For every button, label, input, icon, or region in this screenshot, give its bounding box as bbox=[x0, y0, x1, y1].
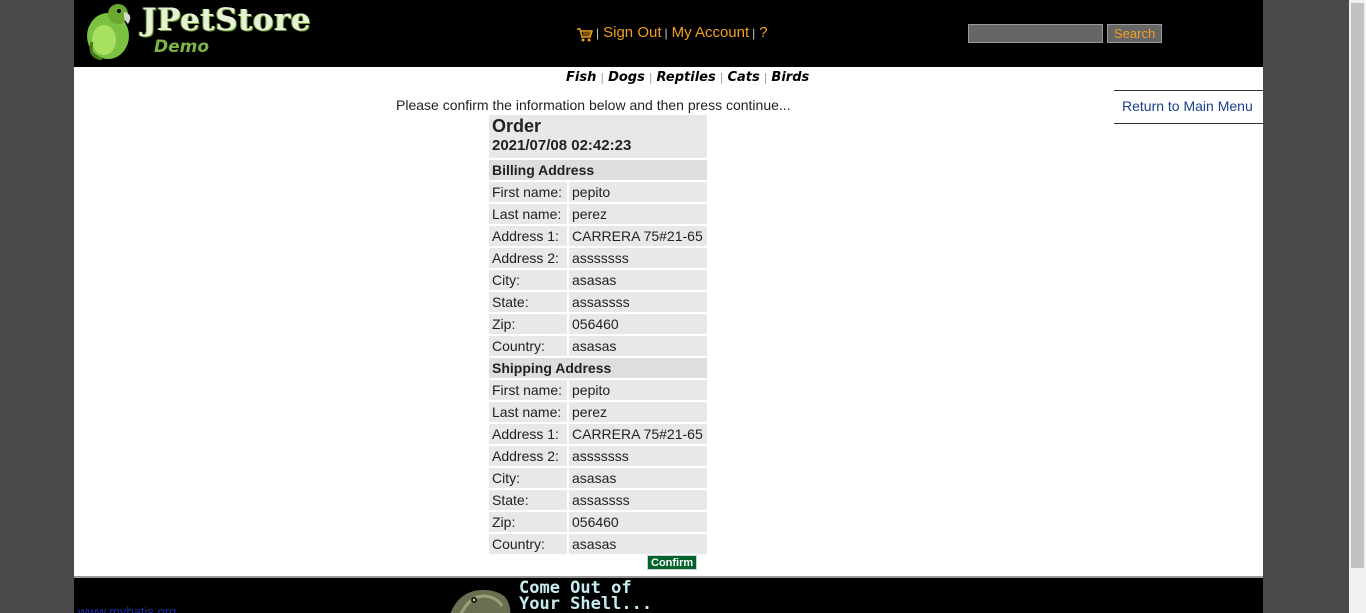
table-row: Zip: 056460 bbox=[489, 314, 707, 334]
my-account-link[interactable]: My Account bbox=[672, 24, 750, 41]
confirm-button[interactable]: Confirm bbox=[647, 555, 698, 570]
table-row: Order 2021/07/08 02:42:23 bbox=[489, 115, 707, 158]
menu-separator: | bbox=[664, 26, 668, 40]
logo[interactable]: JPetStore Demo bbox=[84, 2, 311, 62]
order-table: Order 2021/07/08 02:42:23 Billing Addres… bbox=[487, 113, 709, 556]
banner-line-2: Your Shell... bbox=[519, 594, 653, 613]
field-label: City: bbox=[489, 468, 567, 488]
scrollbar-thumb[interactable] bbox=[1351, 3, 1364, 568]
vertical-scrollbar[interactable] bbox=[1349, 0, 1366, 613]
field-label: Address 1: bbox=[489, 226, 567, 246]
banner-text: Come Out of Your Shell... bbox=[519, 580, 653, 613]
shipping-last-name: perez bbox=[569, 402, 707, 422]
shipping-city: asasas bbox=[569, 468, 707, 488]
billing-last-name: perez bbox=[569, 204, 707, 224]
billing-city: asasas bbox=[569, 270, 707, 290]
shopping-cart-icon[interactable] bbox=[577, 28, 593, 42]
parrot-logo-icon bbox=[87, 4, 131, 60]
search-button[interactable]: Search bbox=[1107, 24, 1163, 43]
header-menu: | Sign Out | My Account | ? bbox=[577, 24, 768, 44]
table-row: Address 1: CARRERA 75#21-65 bbox=[489, 424, 707, 444]
shipping-state: assassss bbox=[569, 490, 707, 510]
table-row: Address 1: CARRERA 75#21-65 bbox=[489, 226, 707, 246]
table-row: Country: asasas bbox=[489, 534, 707, 554]
table-row: Address 2: asssssss bbox=[489, 248, 707, 268]
billing-state: assassss bbox=[569, 292, 707, 312]
table-row: Last name: perez bbox=[489, 402, 707, 422]
billing-address1: CARRERA 75#21-65 bbox=[569, 226, 707, 246]
shipping-first-name: pepito bbox=[569, 380, 707, 400]
table-row: City: asasas bbox=[489, 270, 707, 290]
field-label: Zip: bbox=[489, 314, 567, 334]
field-label: Country: bbox=[489, 534, 567, 554]
quicklink-separator: | bbox=[600, 71, 605, 84]
quicklink-dogs[interactable]: Dogs bbox=[608, 70, 645, 85]
return-to-main-menu-link[interactable]: Return to Main Menu bbox=[1122, 98, 1253, 114]
field-label: Last name: bbox=[489, 402, 567, 422]
instructions-text: Please confirm the information below and… bbox=[396, 97, 791, 113]
table-row: Country: asasas bbox=[489, 336, 707, 356]
quicklink-birds[interactable]: Birds bbox=[771, 70, 809, 85]
footer: www.mybatis.org Come Out of Your Shell..… bbox=[74, 576, 1263, 613]
billing-zip: 056460 bbox=[569, 314, 707, 334]
billing-first-name: pepito bbox=[569, 182, 707, 202]
header: JPetStore Demo | Sign Out | My Account |… bbox=[74, 0, 1263, 67]
quicklink-separator: | bbox=[719, 71, 724, 84]
field-label: Address 2: bbox=[489, 446, 567, 466]
menu-separator: | bbox=[752, 26, 756, 40]
quicklink-reptiles[interactable]: Reptiles bbox=[657, 70, 716, 85]
table-row: First name: pepito bbox=[489, 380, 707, 400]
field-label: Country: bbox=[489, 336, 567, 356]
table-row: State: assassss bbox=[489, 490, 707, 510]
page: JPetStore Demo | Sign Out | My Account |… bbox=[74, 0, 1263, 613]
order-title: Order bbox=[492, 116, 542, 136]
search-input[interactable] bbox=[968, 24, 1103, 43]
table-row: Billing Address bbox=[489, 160, 707, 180]
category-quicklinks: Fish | Dogs | Reptiles | Cats | Birds bbox=[566, 70, 809, 85]
quicklink-separator: | bbox=[763, 71, 768, 84]
billing-country: asasas bbox=[569, 336, 707, 356]
quicklink-cats[interactable]: Cats bbox=[727, 70, 759, 85]
field-label: Address 1: bbox=[489, 424, 567, 444]
search-form: Search bbox=[968, 24, 1163, 43]
table-row: Zip: 056460 bbox=[489, 512, 707, 532]
table-row: State: assassss bbox=[489, 292, 707, 312]
menu-separator: | bbox=[596, 26, 600, 40]
table-row: Last name: perez bbox=[489, 204, 707, 224]
shipping-address-heading: Shipping Address bbox=[489, 358, 707, 378]
field-label: City: bbox=[489, 270, 567, 290]
field-label: Address 2: bbox=[489, 248, 567, 268]
order-header: Order 2021/07/08 02:42:23 bbox=[489, 115, 707, 158]
shipping-zip: 056460 bbox=[569, 512, 707, 532]
order-date: 2021/07/08 02:42:23 bbox=[492, 137, 632, 154]
help-link[interactable]: ? bbox=[759, 24, 767, 41]
shipping-country: asasas bbox=[569, 534, 707, 554]
sign-out-link[interactable]: Sign Out bbox=[603, 24, 661, 41]
field-label: First name: bbox=[489, 380, 567, 400]
field-label: Zip: bbox=[489, 512, 567, 532]
field-label: First name: bbox=[489, 182, 567, 202]
quicklink-fish[interactable]: Fish bbox=[566, 70, 596, 85]
field-label: Last name: bbox=[489, 204, 567, 224]
table-row: Address 2: asssssss bbox=[489, 446, 707, 466]
logo-subtitle: Demo bbox=[154, 37, 210, 57]
billing-address-heading: Billing Address bbox=[489, 160, 707, 180]
shipping-address2: asssssss bbox=[569, 446, 707, 466]
table-row: First name: pepito bbox=[489, 182, 707, 202]
field-label: State: bbox=[489, 490, 567, 510]
quicklink-separator: | bbox=[648, 71, 653, 84]
logo-title: JPetStore bbox=[142, 2, 312, 38]
table-row: City: asasas bbox=[489, 468, 707, 488]
return-menu-box: Return to Main Menu bbox=[1114, 90, 1263, 124]
mybatis-link[interactable]: www.mybatis.org bbox=[78, 604, 176, 613]
shipping-address1: CARRERA 75#21-65 bbox=[569, 424, 707, 444]
field-label: State: bbox=[489, 292, 567, 312]
billing-address2: asssssss bbox=[569, 248, 707, 268]
table-row: Shipping Address bbox=[489, 358, 707, 378]
